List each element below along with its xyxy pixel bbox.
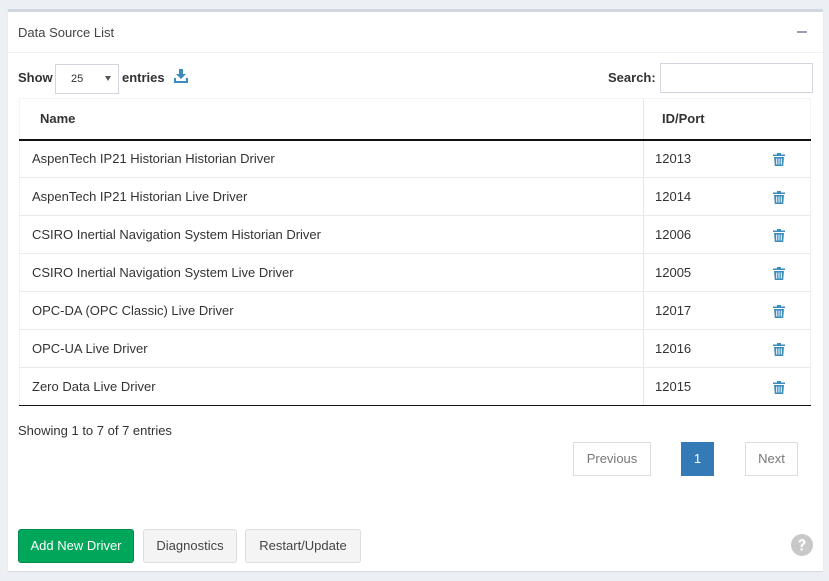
table-row[interactable]: AspenTech IP21 Historian Live Driver 120… [19, 177, 811, 216]
row-id-port: 12015 [643, 367, 748, 406]
entries-label: entries [122, 70, 165, 85]
row-actions [747, 291, 811, 330]
table-header-row: Name ID/Port [19, 98, 811, 141]
search-input[interactable] [660, 63, 813, 93]
trash-icon[interactable] [772, 381, 785, 395]
show-label: Show [18, 70, 53, 85]
table-row[interactable]: CSIRO Inertial Navigation System Histori… [19, 215, 811, 254]
pagination-next-button[interactable]: Next [745, 442, 798, 476]
row-actions [747, 177, 811, 216]
trash-icon[interactable] [772, 191, 785, 205]
row-name: AspenTech IP21 Historian Live Driver [19, 177, 644, 216]
table-info: Showing 1 to 7 of 7 entries [18, 423, 172, 438]
row-id-port: 12016 [643, 329, 748, 368]
entries-per-page-value: 25 [71, 73, 84, 85]
trash-icon[interactable] [772, 153, 785, 167]
row-id-port: 12005 [643, 253, 748, 292]
panel-title: Data Source List [18, 25, 115, 40]
row-actions [747, 253, 811, 292]
data-source-table: Name ID/Port AspenTech IP21 Historian Hi… [19, 98, 811, 406]
table-row[interactable]: AspenTech IP21 Historian Historian Drive… [19, 139, 811, 178]
row-actions [747, 139, 811, 178]
row-name: Zero Data Live Driver [19, 367, 644, 406]
collapse-icon[interactable] [797, 31, 807, 33]
diagnostics-button[interactable]: Diagnostics [143, 529, 237, 563]
download-icon[interactable] [174, 69, 188, 83]
question-circle-icon[interactable] [791, 534, 813, 556]
pagination-previous-button[interactable]: Previous [573, 442, 651, 476]
row-name: OPC-UA Live Driver [19, 329, 644, 368]
row-id-port: 12013 [643, 139, 748, 178]
row-name: CSIRO Inertial Navigation System Live Dr… [19, 253, 644, 292]
column-header-actions [747, 98, 811, 141]
trash-icon[interactable] [772, 267, 785, 281]
column-header-name[interactable]: Name [19, 98, 644, 141]
row-name: AspenTech IP21 Historian Historian Drive… [19, 139, 644, 178]
trash-icon[interactable] [772, 229, 785, 243]
trash-icon[interactable] [772, 343, 785, 357]
data-source-panel: Data Source List Show 25 entries Search:… [8, 9, 823, 571]
row-actions [747, 215, 811, 254]
table-row[interactable]: OPC-UA Live Driver 12016 [19, 329, 811, 368]
restart-update-button[interactable]: Restart/Update [245, 529, 361, 563]
table-row[interactable]: CSIRO Inertial Navigation System Live Dr… [19, 253, 811, 292]
chevron-down-icon [105, 76, 111, 81]
table-row[interactable]: Zero Data Live Driver 12015 [19, 367, 811, 406]
row-id-port: 12006 [643, 215, 748, 254]
panel-header: Data Source List [8, 12, 823, 53]
row-actions [747, 329, 811, 368]
row-id-port: 12017 [643, 291, 748, 330]
table-row[interactable]: OPC-DA (OPC Classic) Live Driver 12017 [19, 291, 811, 330]
column-header-id-port[interactable]: ID/Port [643, 98, 748, 141]
row-name: OPC-DA (OPC Classic) Live Driver [19, 291, 644, 330]
entries-per-page-select[interactable]: 25 [55, 64, 119, 94]
row-name: CSIRO Inertial Navigation System Histori… [19, 215, 644, 254]
trash-icon[interactable] [772, 305, 785, 319]
search-label: Search: [608, 70, 656, 85]
row-actions [747, 367, 811, 406]
row-id-port: 12014 [643, 177, 748, 216]
pagination-page-button[interactable]: 1 [681, 442, 714, 476]
add-new-driver-button[interactable]: Add New Driver [18, 529, 134, 563]
